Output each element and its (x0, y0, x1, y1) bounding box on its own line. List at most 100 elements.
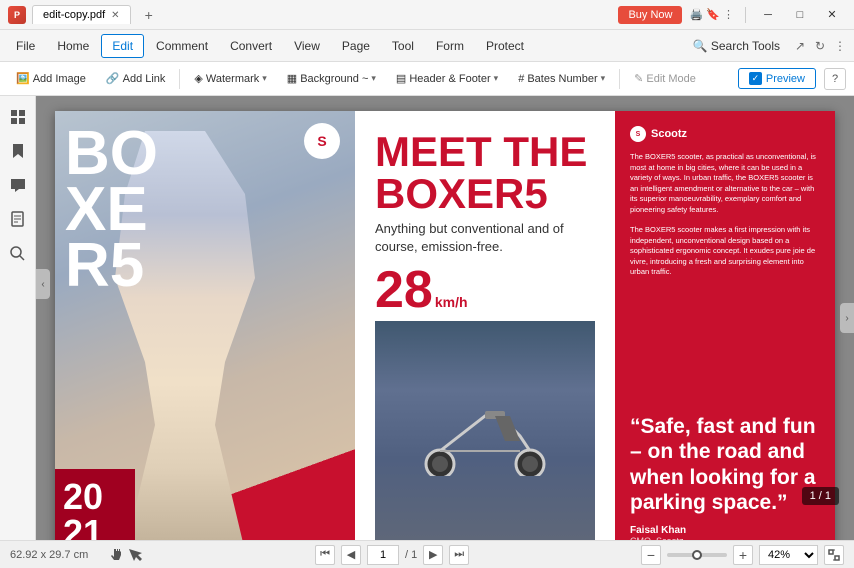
buy-now-button[interactable]: Buy Now (618, 6, 682, 24)
tagline-text: Anything but conventional and of course,… (375, 220, 595, 256)
page-indicator: 1 / 1 (802, 487, 839, 505)
close-button[interactable]: ✕ (818, 5, 846, 25)
background-button[interactable]: ▦ Background ~ ▾ (279, 69, 384, 88)
watermark-label: Watermark (206, 73, 259, 85)
toolbar-sep-2 (619, 69, 620, 89)
title-bar-left: P edit-copy.pdf ✕ + (8, 4, 618, 26)
zoom-in-button[interactable]: + (733, 545, 753, 565)
menu-edit[interactable]: Edit (101, 34, 144, 58)
header-footer-icon: ▤ (396, 72, 406, 85)
boxer5-line3: R5 (65, 238, 158, 294)
menu-comment[interactable]: Comment (146, 35, 218, 57)
comments-panel-button[interactable] (5, 172, 31, 198)
bates-arrow: ▾ (601, 73, 606, 84)
page-number-input[interactable] (367, 545, 399, 565)
search-tools-button[interactable]: 🔍 Search Tools (685, 35, 788, 57)
first-page-button[interactable]: ⏮ (315, 545, 335, 565)
search-panel-button[interactable] (5, 240, 31, 266)
status-bar: 62.92 x 29.7 cm ⏮ ◀ / 1 ▶ ⏭ − + 42% 50% … (0, 540, 854, 568)
zoom-slider-wrap (667, 553, 727, 557)
search-tools-label: Search Tools (711, 39, 780, 53)
new-tab-button[interactable]: + (137, 4, 161, 26)
bates-icon: # (518, 73, 524, 85)
page-total-label: / 1 (405, 549, 417, 561)
meet-the-text: MEET THE BOXER5 (375, 131, 595, 215)
settings-button[interactable]: ⋮ (832, 38, 848, 54)
minimize-button[interactable]: ─ (754, 5, 782, 25)
zoom-slider[interactable] (667, 553, 727, 557)
menu-home[interactable]: Home (47, 35, 99, 57)
pdf-left-section: BO XE R5 S 20 21 (55, 111, 355, 540)
menu-form[interactable]: Form (426, 35, 474, 57)
scootz-circle-icon: S (630, 126, 646, 142)
watermark-button[interactable]: ◈ Watermark ▾ (186, 69, 274, 88)
select-tool-icon[interactable] (127, 547, 143, 563)
pages-panel-button[interactable] (5, 206, 31, 232)
menu-file[interactable]: File (6, 35, 45, 57)
menu-tool[interactable]: Tool (382, 35, 424, 57)
bottom-scooter-image (375, 321, 595, 540)
document-scroll[interactable]: BO XE R5 S 20 21 (36, 96, 854, 540)
boxer5-line1: BO (65, 126, 158, 182)
last-page-button[interactable]: ⏭ (449, 545, 469, 565)
divider (745, 7, 746, 23)
prev-page-button[interactable]: ◀ (341, 545, 361, 565)
help-icon[interactable]: ? (824, 68, 846, 90)
menu-view[interactable]: View (284, 35, 330, 57)
year-line2: 21 (63, 515, 127, 540)
author-name: Faisal Khan (630, 525, 820, 536)
add-image-button[interactable]: 🖼️ Add Image (8, 69, 94, 88)
bates-number-button[interactable]: # Bates Number ▾ (510, 70, 613, 88)
menu-page[interactable]: Page (332, 35, 380, 57)
hand-tool-icon[interactable] (108, 547, 124, 563)
menu-right-group: 🔍 Search Tools ↗ ↻ ⋮ (685, 35, 848, 57)
tab-label: edit-copy.pdf (43, 9, 105, 21)
menu-convert[interactable]: Convert (220, 35, 282, 57)
main-area: ‹ BO XE R5 (0, 96, 854, 540)
watermark-icon: ◈ (194, 72, 202, 85)
speed-number: 28 (375, 264, 433, 316)
scooter-image-bg (375, 321, 595, 540)
page-navigation: ⏮ ◀ / 1 ▶ ⏭ (153, 545, 631, 565)
preview-check-icon: ✓ (749, 72, 762, 85)
pdf-middle-section: MEET THE BOXER5 Anything but conventiona… (355, 111, 615, 540)
description-text-1: The BOXER5 scooter, as practical as unco… (630, 152, 820, 215)
toolbar-icons: 🖨️ 🔖 ⋮ (689, 8, 734, 21)
bookmarks-panel-button[interactable] (5, 138, 31, 164)
right-panel-collapse-arrow[interactable]: › (840, 303, 854, 333)
speed-unit: km/h (435, 294, 468, 310)
next-page-button[interactable]: ▶ (423, 545, 443, 565)
thumbnails-panel-button[interactable] (5, 104, 31, 130)
refresh-button[interactable]: ↻ (812, 38, 828, 54)
quote-text: “Safe, fast and fun – on the road and wh… (630, 414, 820, 515)
tab-close-button[interactable]: ✕ (111, 10, 119, 21)
zoom-select[interactable]: 42% 50% 75% 100% (759, 545, 818, 565)
maximize-button[interactable]: □ (786, 5, 814, 25)
boxer5-line2: XE (65, 182, 158, 238)
preview-button[interactable]: ✓ Preview (738, 68, 816, 89)
year-line1: 20 (63, 479, 127, 515)
app-icon: P (8, 6, 26, 24)
header-footer-label: Header & Footer (409, 73, 490, 85)
preview-label: Preview (766, 73, 805, 85)
zoom-out-button[interactable]: − (641, 545, 661, 565)
fit-page-button[interactable] (824, 545, 844, 565)
zoom-thumb (692, 550, 702, 560)
boxer5-text: BO XE R5 (65, 126, 158, 293)
add-image-icon: 🖼️ (16, 72, 30, 85)
scootz-brand-name: Scootz (651, 128, 687, 140)
menu-protect[interactable]: Protect (476, 35, 534, 57)
document-tab[interactable]: edit-copy.pdf ✕ (32, 5, 131, 24)
background-arrow: ▾ (371, 73, 376, 84)
share-button[interactable]: ↗ (792, 38, 808, 54)
background-icon: ▦ (287, 72, 297, 85)
watermark-arrow: ▾ (262, 73, 267, 84)
speed-block: 28 km/h (375, 264, 595, 316)
toolbar: 🖼️ Add Image 🔗 Add Link ◈ Watermark ▾ ▦ … (0, 62, 854, 96)
header-footer-button[interactable]: ▤ Header & Footer ▾ (388, 69, 506, 88)
edit-mode-label: Edit Mode (646, 73, 696, 85)
meet-line2: BOXER5 (375, 173, 595, 215)
edit-mode-button[interactable]: ✎ Edit Mode (626, 69, 704, 88)
left-panel-collapse-arrow[interactable]: ‹ (36, 269, 50, 299)
add-link-button[interactable]: 🔗 Add Link (98, 69, 174, 88)
